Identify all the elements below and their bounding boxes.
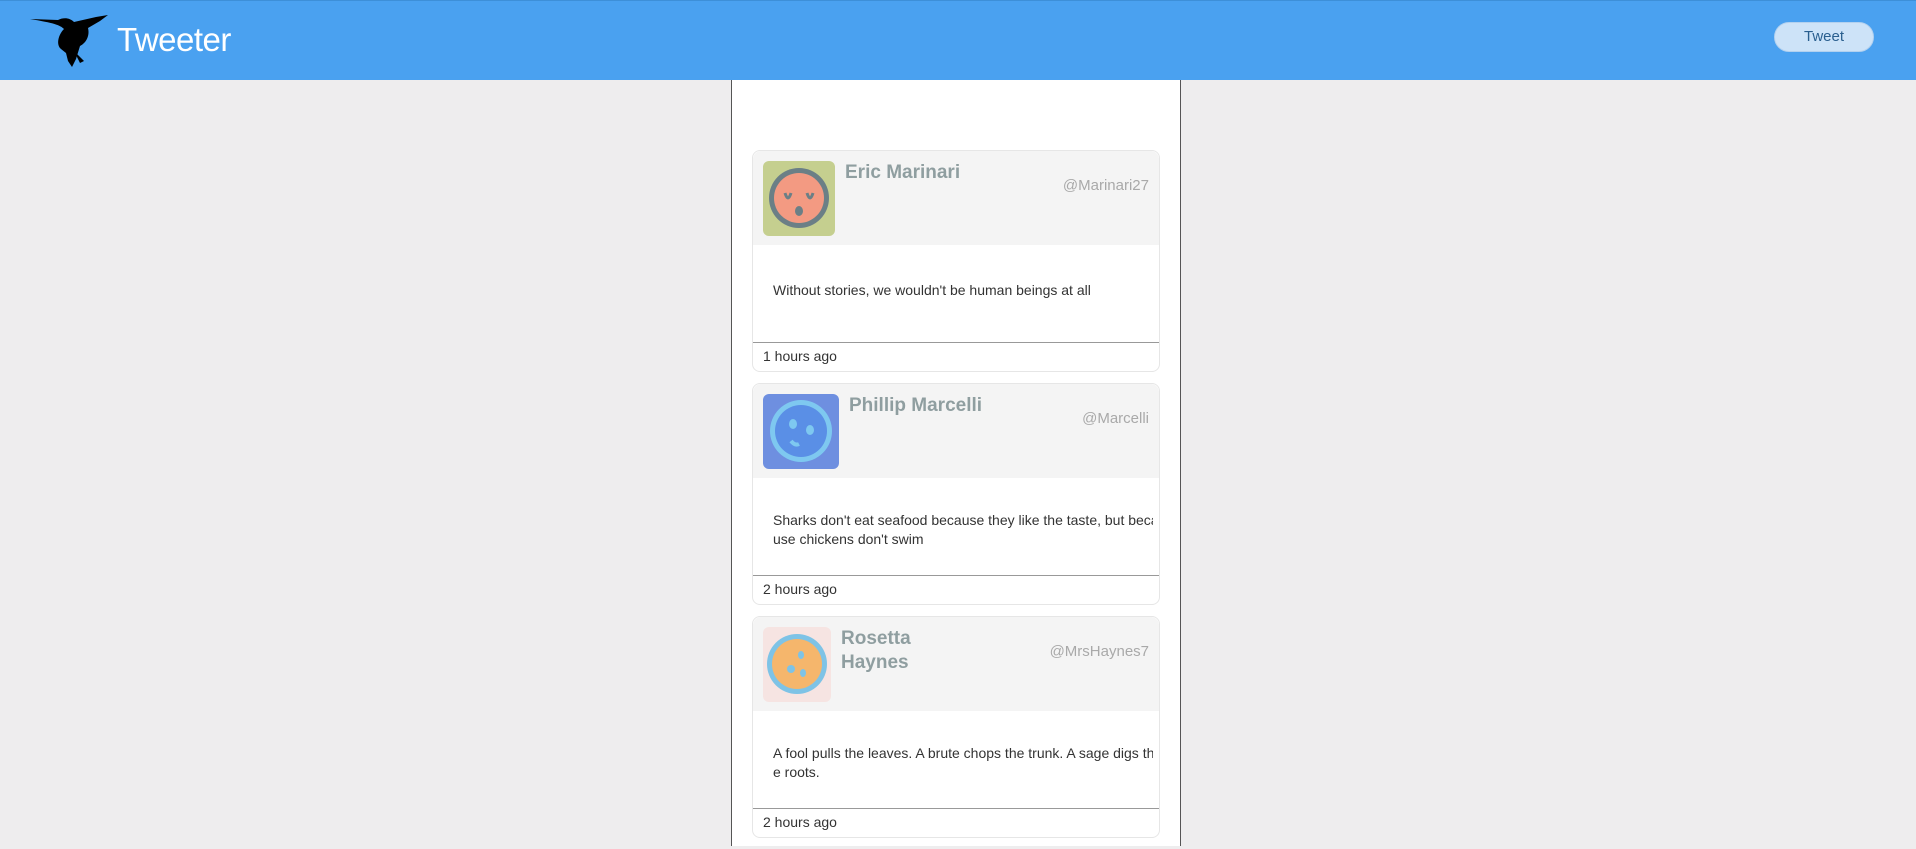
user-name-line: Haynes bbox=[841, 652, 909, 673]
hummingbird-icon bbox=[30, 15, 108, 67]
user-name[interactable]: Phillip Marcelli bbox=[849, 394, 982, 418]
tweet-footer: 1 hours ago bbox=[753, 342, 1159, 371]
tweet-timestamp: 1 hours ago bbox=[763, 348, 837, 364]
tweet-text-line: use chickens don't swim bbox=[773, 531, 924, 547]
compose-tweet-button[interactable]: Tweet bbox=[1774, 22, 1874, 52]
user-handle[interactable]: @Marcelli bbox=[1082, 410, 1149, 427]
user-handle[interactable]: @MrsHaynes7 bbox=[1050, 643, 1149, 660]
tweet-header: Eric Marinari @Marinari27 bbox=[753, 151, 1159, 245]
user-name[interactable]: Rosetta Haynes bbox=[841, 627, 911, 675]
user-name-line: Rosetta bbox=[841, 628, 911, 649]
tweet-text-line: Without stories, we wouldn't be human be… bbox=[773, 282, 1091, 298]
brand-title[interactable]: Tweeter bbox=[117, 21, 231, 59]
user-name[interactable]: Eric Marinari bbox=[845, 161, 960, 185]
tweet-card: Phillip Marcelli @Marcelli Sharks don't … bbox=[752, 383, 1160, 605]
tweet-timestamp: 2 hours ago bbox=[763, 814, 837, 830]
blue-face-avatar-icon[interactable] bbox=[763, 394, 839, 469]
tweet-header: Rosetta Haynes @MrsHaynes7 bbox=[753, 617, 1159, 711]
tweet-footer: 2 hours ago bbox=[753, 808, 1159, 837]
tweet-header: Phillip Marcelli @Marcelli bbox=[753, 384, 1159, 478]
tweet-text-line: Sharks don't eat seafood because they li… bbox=[773, 512, 1153, 528]
tweet-feed: Eric Marinari @Marinari27 Without storie… bbox=[752, 150, 1160, 849]
user-handle[interactable]: @Marinari27 bbox=[1063, 177, 1149, 194]
tweet-card: Eric Marinari @Marinari27 Without storie… bbox=[752, 150, 1160, 372]
tweet-text-line: e roots. bbox=[773, 764, 820, 780]
tweet-text: A fool pulls the leaves. A brute chops t… bbox=[773, 744, 1153, 782]
tweet-text: Without stories, we wouldn't be human be… bbox=[773, 281, 1153, 300]
tweet-text: Sharks don't eat seafood because they li… bbox=[773, 511, 1153, 549]
tweet-text-line: A fool pulls the leaves. A brute chops t… bbox=[773, 745, 1153, 761]
sleepy-face-avatar-icon[interactable] bbox=[763, 161, 835, 236]
top-navbar: Tweeter Tweet bbox=[0, 0, 1916, 80]
orange-face-avatar-icon[interactable] bbox=[763, 627, 831, 702]
tweet-footer: 2 hours ago bbox=[753, 575, 1159, 604]
tweet-timestamp: 2 hours ago bbox=[763, 581, 837, 597]
main-feed-column: Eric Marinari @Marinari27 Without storie… bbox=[731, 80, 1181, 846]
tweet-card: Rosetta Haynes @MrsHaynes7 A fool pulls … bbox=[752, 616, 1160, 838]
